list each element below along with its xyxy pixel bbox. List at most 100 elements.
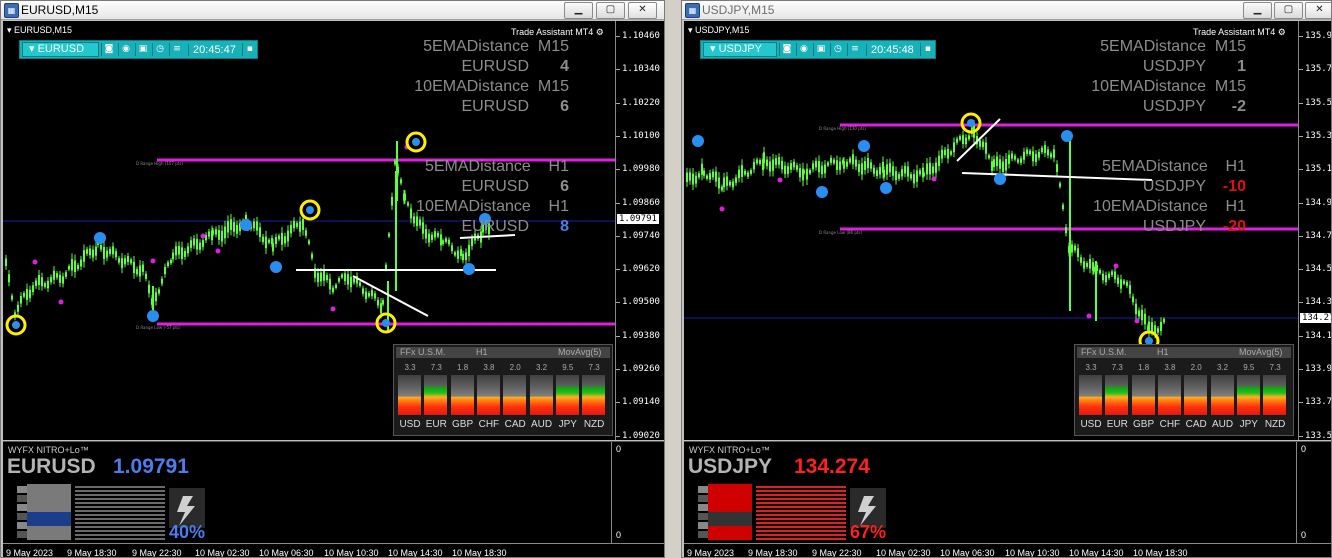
candle-body — [233, 222, 235, 232]
candle-body — [944, 149, 946, 156]
close-button[interactable]: ✕ — [1305, 2, 1331, 19]
lock-icon[interactable]: ▣ — [812, 43, 828, 56]
menu-icon[interactable]: ≡ — [169, 43, 184, 56]
candle-body — [824, 164, 826, 174]
chart-window-usdjpy[interactable]: ▦ USDJPY,M15 ▁ ▢ ✕ D Range High (130 pts… — [681, 0, 1332, 558]
candle-body — [172, 252, 174, 260]
candle-body — [326, 275, 328, 281]
candle-body — [919, 170, 921, 175]
candle-body — [818, 160, 820, 173]
price-chart[interactable]: D Range High (107 pts) D Range Low (-57 p… — [3, 21, 615, 440]
candle-body — [701, 163, 703, 175]
usm-title: FFx U.S.M. — [1081, 347, 1127, 357]
candle-body — [1086, 263, 1088, 267]
indicator-symbol: EURUSD — [7, 455, 96, 478]
candle-body — [726, 176, 728, 186]
candle-body — [59, 274, 61, 283]
candle-body — [320, 272, 322, 282]
candle-body — [380, 303, 382, 314]
lock-icon[interactable]: ▣ — [135, 43, 150, 56]
candle-body — [341, 274, 343, 278]
time-tick-label: 9 May 18:30 — [67, 548, 117, 558]
candle-body — [929, 162, 931, 175]
maximize-button[interactable]: ▢ — [596, 2, 625, 19]
candle-body — [962, 135, 964, 145]
gear-icon[interactable]: ⚙ — [596, 27, 604, 37]
trade-toolbar[interactable]: ▾ EURUSD ◙ ◉ ▣ ◷ ≡ 20:45:47 ▪ — [19, 40, 258, 59]
usm-strength-bar — [1236, 375, 1260, 415]
candle-body — [715, 171, 717, 182]
expand-icon[interactable]: ▪ — [241, 43, 257, 56]
price-tick-label: 135.580 — [1299, 98, 1331, 108]
candle-body — [196, 238, 198, 250]
minimize-button[interactable]: ▁ — [1243, 2, 1272, 19]
signal-dot — [412, 138, 420, 146]
pivot-dot — [719, 206, 725, 212]
clock-icon[interactable]: ◷ — [829, 43, 845, 56]
signal-dot — [306, 206, 314, 214]
usm-value-label: 1.8 — [1138, 363, 1150, 372]
trade-toolbar[interactable]: ▾ USDJPY ◙ ◉ ▣ ◷ ≡ 20:45:48 ▪ — [700, 40, 936, 59]
eye-icon[interactable]: ◉ — [795, 43, 811, 56]
usm-currency-label: JPY — [558, 419, 577, 430]
candle-body — [350, 276, 352, 288]
maximize-button[interactable]: ▢ — [1274, 2, 1303, 19]
gauge-stripe — [75, 526, 165, 528]
gauge-stripe — [75, 494, 165, 496]
candle-body — [747, 172, 749, 177]
usm-strength-bar — [503, 375, 527, 415]
price-tick-label: 1.09860 — [616, 197, 660, 208]
expand-icon[interactable]: ▪ — [919, 43, 935, 56]
menu-icon[interactable]: ≡ — [846, 43, 862, 56]
minimize-button[interactable]: ▁ — [564, 2, 593, 19]
close-button[interactable]: ✕ — [628, 2, 657, 19]
candle-body — [766, 159, 768, 167]
candle-body — [1056, 164, 1058, 172]
gear-icon[interactable]: ⚙ — [1278, 27, 1286, 37]
candle-body — [1123, 280, 1125, 284]
candle-body — [329, 278, 331, 290]
camera-icon[interactable]: ◙ — [101, 43, 116, 56]
candle-body — [721, 186, 723, 191]
candle-body — [1014, 155, 1016, 160]
candle-body — [913, 174, 915, 184]
title-bar[interactable]: ▦ USDJPY,M15 ▁ ▢ ✕ — [682, 1, 1331, 20]
candle-body — [886, 164, 888, 175]
candle-body — [53, 270, 55, 280]
candle-body — [1023, 151, 1025, 160]
chart-window-eurusd[interactable]: ▦ EURUSD,M15 ▁ ▢ ✕ D Range High (107 pts… — [0, 0, 665, 558]
gauge-stripe — [756, 490, 846, 492]
candle-body — [227, 221, 229, 233]
candle-body — [729, 181, 731, 186]
candle-body — [262, 236, 264, 242]
candle-body — [1160, 321, 1162, 332]
candle-body — [953, 142, 955, 153]
candle-body — [17, 304, 19, 312]
price-tick-label: 1.09380 — [616, 330, 660, 341]
candle-body — [695, 175, 697, 184]
candle-body — [284, 236, 286, 244]
usm-strength-bar — [1263, 375, 1287, 415]
gauge-stripe — [756, 498, 846, 500]
candle-body — [985, 142, 987, 154]
usm-strength-bar — [1131, 375, 1155, 415]
nitro-gauge-graphic — [698, 484, 886, 540]
title-bar[interactable]: ▦ EURUSD,M15 ▁ ▢ ✕ — [1, 1, 664, 20]
candle-body — [175, 246, 177, 256]
candle-body — [26, 289, 28, 300]
candle-body — [988, 155, 990, 159]
clock-icon[interactable]: ◷ — [152, 43, 167, 56]
time-tick-label: 10 May 06:30 — [259, 548, 314, 558]
gauge-stripe — [756, 526, 846, 528]
candle-body — [1035, 154, 1037, 162]
symbol-dropdown[interactable]: ▾ USDJPY — [703, 42, 777, 57]
usm-strength-meter: FFx U.S.M. H1 MovAvg(5) 3.3 USD 7.3 EUR 1.8 GBP 3… — [393, 344, 613, 436]
candle-body — [1011, 153, 1013, 159]
price-chart[interactable]: D Range High (130 pts) D Range Low (86 pt… — [684, 21, 1298, 440]
symbol-dropdown[interactable]: ▾ EURUSD — [22, 42, 100, 57]
eye-icon[interactable]: ◉ — [118, 43, 133, 56]
candle-body — [471, 238, 473, 247]
camera-icon[interactable]: ◙ — [778, 43, 794, 56]
price-tick-label: 135.990 — [1299, 31, 1331, 41]
candle-body — [993, 159, 995, 168]
